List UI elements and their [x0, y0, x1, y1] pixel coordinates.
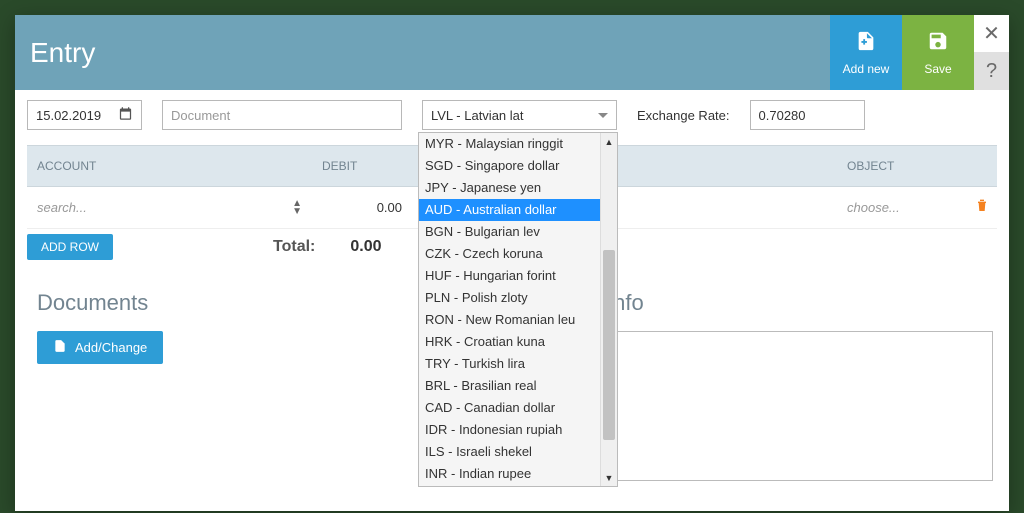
account-placeholder: search... [37, 200, 87, 215]
dropdown-list: MYR - Malaysian ringgitSGD - Singapore d… [419, 133, 617, 486]
date-value: 15.02.2019 [36, 108, 101, 123]
dropdown-item[interactable]: HUF - Hungarian forint [419, 265, 617, 287]
title-corner: ✕ ? [974, 15, 1009, 90]
add-change-button[interactable]: Add/Change [37, 331, 163, 364]
calendar-icon[interactable] [118, 106, 133, 125]
exchange-rate-label: Exchange Rate: [637, 108, 730, 123]
entry-modal: Entry Add new Save ✕ ? 15.02.2019 [15, 15, 1009, 511]
save-label: Save [924, 62, 951, 76]
exchange-rate-field[interactable]: 0.70280 [750, 100, 865, 130]
dropdown-item[interactable]: TRY - Turkish lira [419, 353, 617, 375]
help-icon[interactable]: ? [974, 53, 1009, 90]
dropdown-item[interactable]: PLN - Polish zloty [419, 287, 617, 309]
col-account: ACCOUNT [27, 159, 317, 173]
add-new-label: Add new [843, 62, 890, 76]
account-cell[interactable]: search... ▲▼ [27, 200, 317, 216]
modal-body: 15.02.2019 Document LVL - Latvian lat Ex… [15, 90, 1009, 511]
save-button[interactable]: Save [902, 15, 974, 90]
scroll-thumb[interactable] [603, 250, 615, 440]
close-icon[interactable]: ✕ [974, 15, 1009, 53]
col-debit: DEBIT [317, 159, 417, 173]
dropdown-item[interactable]: RON - New Romanian leu [419, 309, 617, 331]
dropdown-item[interactable]: SGD - Singapore dollar [419, 155, 617, 177]
total-value: 0.00 [350, 238, 381, 256]
scroll-track[interactable] [601, 150, 617, 469]
add-row-button[interactable]: ADD ROW [27, 234, 113, 260]
info-title: Info [607, 290, 993, 316]
modal-titlebar: Entry Add new Save ✕ ? [15, 15, 1009, 90]
currency-select[interactable]: LVL - Latvian lat [422, 100, 617, 130]
chevron-down-icon [598, 113, 608, 118]
info-pane: Info [607, 290, 997, 484]
file-plus-icon [855, 30, 877, 58]
dropdown-item[interactable]: BRL - Brasilian real [419, 375, 617, 397]
form-row: 15.02.2019 Document LVL - Latvian lat Ex… [27, 100, 997, 130]
dropdown-item[interactable]: INR - Indian rupee [419, 463, 617, 485]
delete-icon[interactable] [967, 197, 997, 218]
currency-selected-label: LVL - Latvian lat [431, 108, 524, 123]
document-placeholder: Document [171, 108, 230, 123]
modal-title: Entry [30, 37, 830, 69]
dropdown-item[interactable]: MYR - Malaysian ringgit [419, 133, 617, 155]
dropdown-item[interactable]: CAD - Canadian dollar [419, 397, 617, 419]
add-new-button[interactable]: Add new [830, 15, 902, 90]
save-icon [927, 30, 949, 58]
scroll-down-icon[interactable]: ▼ [601, 469, 617, 486]
exchange-rate-value: 0.70280 [759, 108, 806, 123]
file-icon [53, 339, 67, 356]
currency-dropdown[interactable]: MYR - Malaysian ringgitSGD - Singapore d… [418, 132, 618, 487]
total-label: Total: [273, 238, 315, 256]
stepper-icon[interactable]: ▲▼ [292, 200, 302, 216]
dropdown-item[interactable]: KRW - South Korean won [419, 485, 617, 486]
dropdown-scrollbar[interactable]: ▲ ▼ [600, 133, 617, 486]
date-field[interactable]: 15.02.2019 [27, 100, 142, 130]
dropdown-item[interactable]: AUD - Australian dollar [419, 199, 617, 221]
info-textarea[interactable] [607, 331, 993, 481]
add-change-label: Add/Change [75, 340, 147, 355]
dropdown-item[interactable]: HRK - Croatian kuna [419, 331, 617, 353]
dropdown-item[interactable]: IDR - Indonesian rupiah [419, 419, 617, 441]
dropdown-item[interactable]: JPY - Japanese yen [419, 177, 617, 199]
dropdown-item[interactable]: ILS - Israeli shekel [419, 441, 617, 463]
scroll-up-icon[interactable]: ▲ [601, 133, 617, 150]
dropdown-item[interactable]: CZK - Czech koruna [419, 243, 617, 265]
dropdown-item[interactable]: BGN - Bulgarian lev [419, 221, 617, 243]
debit-cell[interactable]: 0.00 [317, 200, 417, 215]
document-field[interactable]: Document [162, 100, 402, 130]
